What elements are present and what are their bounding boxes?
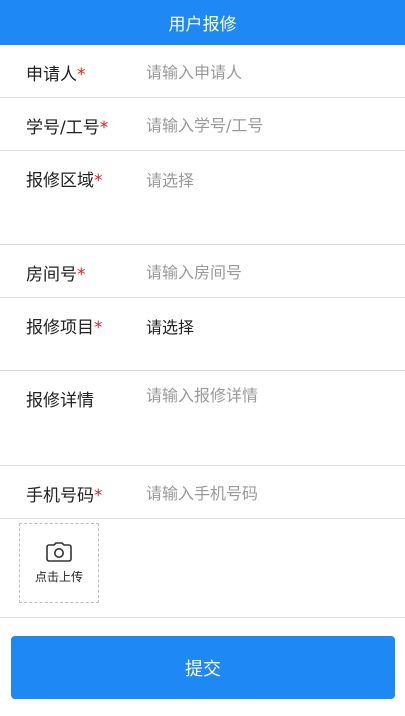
page-header: 用户报修 — [0, 0, 405, 45]
required-mark: * — [77, 65, 86, 85]
area-select[interactable]: 请选择 — [146, 167, 386, 191]
submit-button[interactable]: 提交 — [11, 636, 395, 699]
phone-row: 手机号码* — [0, 466, 405, 519]
student-id-label: 学号/工号* — [26, 118, 109, 138]
room-input[interactable] — [146, 261, 386, 283]
repair-item-select[interactable]: 请选择 — [146, 314, 386, 338]
repair-item-label: 报修项目* — [26, 318, 103, 338]
page-title: 用户报修 — [168, 15, 237, 35]
room-row: 房间号* — [0, 245, 405, 298]
phone-input[interactable] — [146, 482, 386, 504]
upload-label: 点击上传 — [34, 569, 83, 584]
upload-button[interactable]: 点击上传 — [19, 523, 99, 603]
required-mark: * — [99, 118, 109, 138]
phone-label: 手机号码* — [26, 486, 103, 506]
required-mark: * — [94, 171, 103, 191]
camera-icon — [46, 541, 72, 562]
applicant-label: 申请人* — [26, 65, 86, 85]
required-mark: * — [94, 318, 103, 338]
area-row[interactable]: 报修区域* 请选择 — [0, 151, 405, 245]
applicant-input[interactable] — [146, 61, 386, 83]
repair-item-row[interactable]: 报修项目* 请选择 — [0, 298, 405, 371]
student-id-row: 学号/工号* — [0, 98, 405, 151]
area-label: 报修区域* — [26, 171, 103, 191]
required-mark: * — [77, 265, 86, 285]
required-mark: * — [94, 486, 103, 506]
details-row: 报修详情 — [0, 371, 405, 466]
details-textarea[interactable] — [146, 385, 386, 445]
room-label: 房间号* — [26, 265, 86, 285]
student-id-input[interactable] — [146, 114, 386, 136]
details-label: 报修详情 — [26, 391, 94, 411]
applicant-row: 申请人* — [0, 45, 405, 98]
